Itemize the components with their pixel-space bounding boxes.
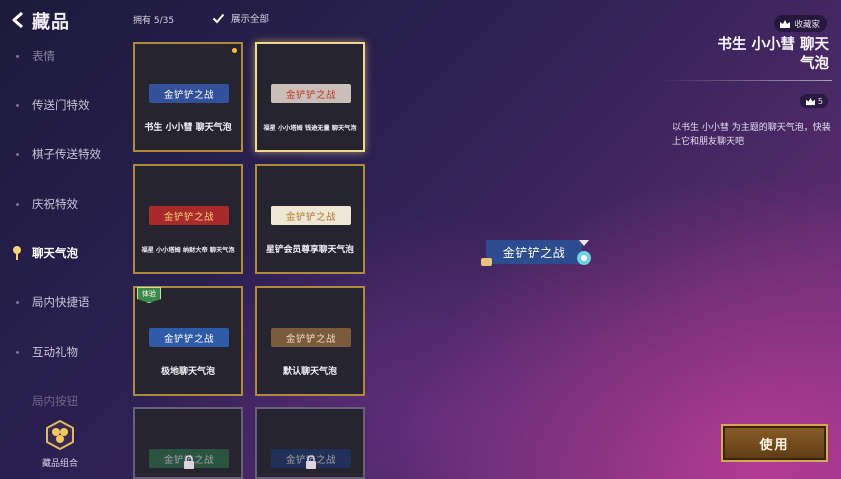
bubble-preview: 金铲铲之战: [149, 328, 229, 347]
chat-bubble-card-locked[interactable]: 金铲铲之战: [255, 407, 365, 479]
sidebar-item-label: 传送门特效: [32, 98, 90, 112]
show-all-toggle[interactable]: 展示全部: [211, 11, 269, 25]
crown-icon: [780, 19, 791, 28]
sidebar-item-label: 局内快捷语: [32, 295, 90, 309]
sidebar-item-label: 棋子传送特效: [32, 147, 101, 161]
sidebar-item-portal-effects[interactable]: 传送门特效: [0, 93, 118, 117]
new-indicator: [232, 48, 237, 53]
divider: [660, 80, 832, 81]
back-button[interactable]: [8, 9, 30, 31]
combo-label: 藏品组合: [41, 459, 78, 469]
cat-decoration-icon: [577, 240, 591, 265]
sidebar-item-ingame-buttons[interactable]: 局内按钮: [0, 389, 118, 413]
bullet-icon: [16, 152, 19, 156]
chat-bubble-card[interactable]: 金铲铲之战 默认聊天气泡: [255, 286, 365, 396]
bullet-icon: [16, 54, 19, 58]
chat-bubble-card[interactable]: 体验 金铲铲之战 极地聊天气泡: [133, 286, 243, 396]
sidebar-item-label: 聊天气泡: [32, 246, 78, 260]
chat-bubble-card[interactable]: 金铲铲之战 星铲会员尊享聊天气泡: [255, 164, 365, 274]
points-value: 5: [817, 96, 823, 106]
chat-bubble-card[interactable]: 金铲铲之战 书生 小小彗 聊天气泡: [133, 42, 243, 152]
bubble-preview: 金铲铲之战: [149, 84, 229, 103]
sidebar-item-label: 互动礼物: [32, 345, 78, 359]
chevron-left-icon: [12, 11, 23, 29]
crown-icon: [805, 97, 815, 105]
sidebar-item-quick-phrases[interactable]: 局内快捷语: [0, 290, 118, 314]
chat-bubble-preview: 金铲铲之战: [486, 240, 582, 264]
use-button[interactable]: 使用: [721, 424, 828, 462]
bubble-preview: 金铲铲之战: [271, 84, 351, 103]
bubble-preview: 金铲铲之战: [271, 206, 351, 225]
bubble-preview: 金铲铲之战: [149, 206, 229, 225]
item-title-line2: 气泡: [800, 56, 829, 72]
sidebar-item-chat-bubbles[interactable]: 聊天气泡: [0, 241, 118, 265]
trial-badge: 体验: [137, 287, 161, 303]
lock-icon: [306, 455, 316, 469]
sidebar-item-piece-transport-effects[interactable]: 棋子传送特效: [0, 142, 118, 166]
collector-badge: 收藏家: [774, 15, 827, 32]
sidebar-item-interactive-gifts[interactable]: 互动礼物: [0, 340, 118, 364]
bullet-icon: [16, 202, 19, 206]
checkmark-icon: [211, 11, 225, 25]
item-description: 以书生 小小彗 为主题的聊天气泡，快装上它和朋友聊天吧: [672, 123, 831, 147]
collection-points-badge: 5: [799, 94, 828, 108]
card-name: 福星 小小塔姆 纳财大帝 聊天气泡: [141, 247, 235, 254]
page-title: 藏品: [32, 12, 70, 33]
card-name: 福星 小小塔姆 钱途无量 聊天气泡: [263, 125, 357, 132]
chat-bubble-card-locked[interactable]: 金铲铲之战: [133, 407, 243, 479]
card-name: 星铲会员尊享聊天气泡: [266, 245, 354, 255]
item-title-line1: 书生 小小彗 聊天: [717, 37, 829, 53]
scroll-decoration-icon: [481, 258, 492, 266]
owned-count: 拥有 5/35: [133, 16, 175, 26]
sidebar-item-label: 表情: [32, 49, 55, 63]
chat-bubble-card[interactable]: 金铲铲之战 福星 小小塔姆 纳财大帝 聊天气泡: [133, 164, 243, 274]
sidebar-item-emotes[interactable]: 表情: [0, 44, 118, 68]
card-name: 默认聊天气泡: [282, 367, 337, 377]
lock-icon: [184, 455, 194, 469]
chat-bubble-card[interactable]: 金铲铲之战 福星 小小塔姆 钱途无量 聊天气泡: [255, 42, 365, 152]
pin-icon: [12, 245, 22, 264]
sidebar-item-celebration-effects[interactable]: 庆祝特效: [0, 192, 118, 216]
collector-label: 收藏家: [794, 19, 820, 30]
card-name: 极地聊天气泡: [160, 367, 215, 377]
sidebar-item-label: 局内按钮: [32, 394, 78, 408]
bubble-preview: 金铲铲之战: [271, 328, 351, 347]
card-name: 书生 小小彗 聊天气泡: [144, 123, 232, 133]
hexagon-combo-icon: [46, 419, 74, 451]
sidebar-item-label: 庆祝特效: [32, 197, 78, 211]
bullet-icon: [16, 103, 19, 107]
bullet-icon: [16, 350, 19, 354]
category-sidebar: 表情 传送门特效 棋子传送特效 庆祝特效 聊天气泡 局内快捷语 互动礼物 局内按…: [0, 36, 120, 416]
collection-combo-button[interactable]: 藏品组合: [38, 419, 82, 469]
bullet-icon: [16, 300, 19, 304]
item-title: 书生 小小彗 聊天 气泡: [669, 36, 829, 74]
show-all-label: 展示全部: [231, 14, 270, 25]
